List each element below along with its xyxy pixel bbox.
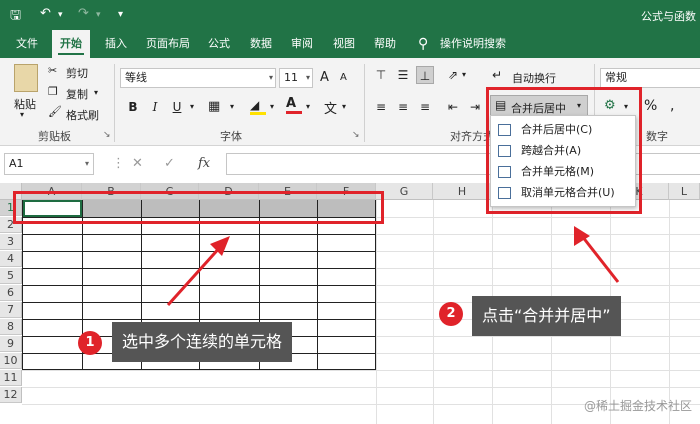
step-1-callout: 选中多个连续的单元格 <box>112 322 293 362</box>
arrow-to-menu <box>580 235 620 283</box>
arrow-to-selection <box>166 243 224 307</box>
annotation-arrows <box>166 226 620 307</box>
watermark: @稀土掘金技术社区 <box>583 399 692 413</box>
step-2-callout: 点击“合并并居中” <box>472 296 621 336</box>
step-2-badge: 2 <box>439 302 463 326</box>
step-1-badge: 1 <box>78 331 102 355</box>
